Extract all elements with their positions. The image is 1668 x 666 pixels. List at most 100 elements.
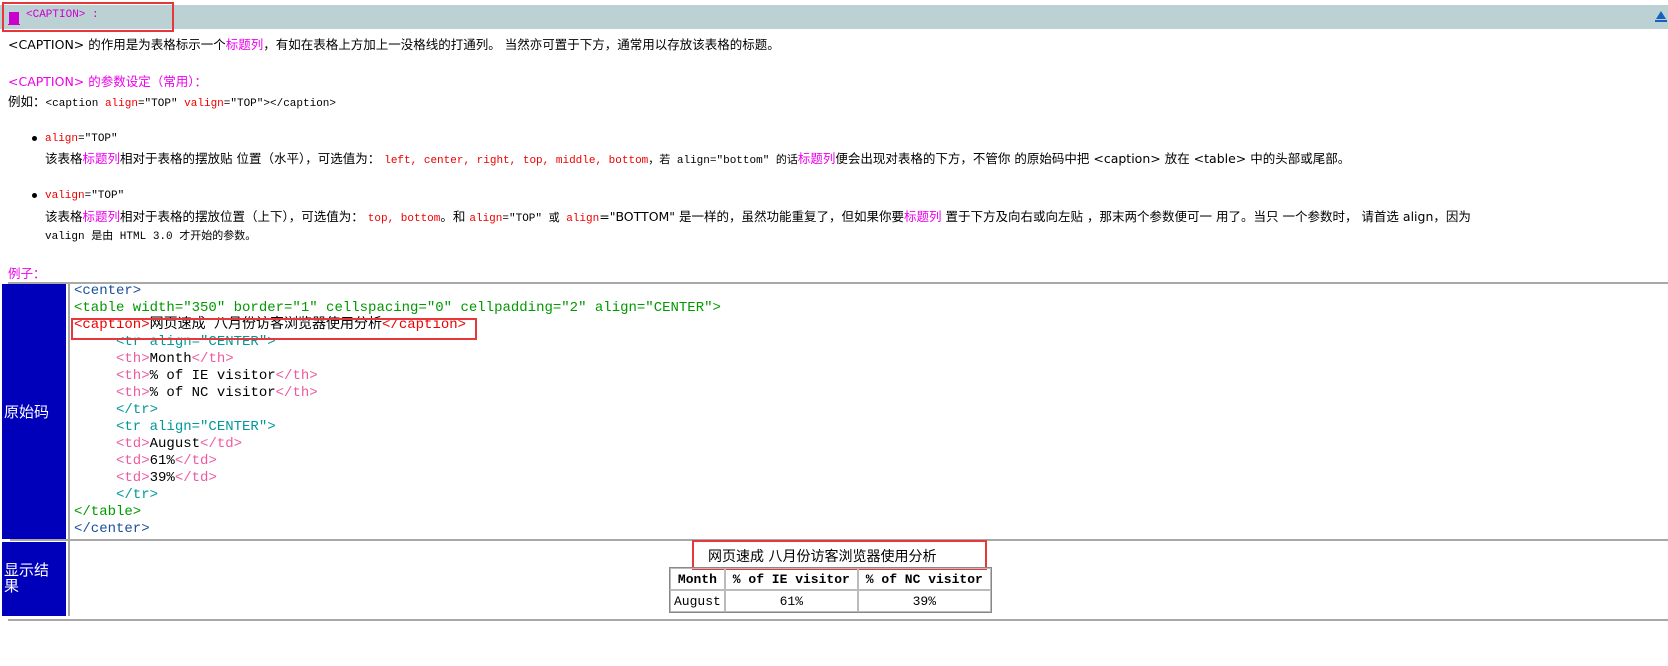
code-token: </tr> <box>74 487 159 503</box>
result-table-header-cell: % of IE visitor <box>724 568 858 590</box>
result-table-cell: 39% <box>857 590 991 612</box>
caption-term-highlight: 标题列 <box>82 151 121 166</box>
code-token: <tr align="CENTER"> <box>74 334 276 350</box>
attr-value: ="TOP" <box>78 133 118 145</box>
params-heading: <CAPTION> 的参数设定（常用）： <box>8 74 207 89</box>
code-token: <th> <box>74 385 150 401</box>
code-line: <td>39%</td> <box>74 470 721 487</box>
code-line: <table width="350" border="1" cellspacin… <box>74 300 721 317</box>
code-token: <td> <box>74 470 150 486</box>
code-line: <td>61%</td> <box>74 453 721 470</box>
code-token: </th> <box>275 368 318 384</box>
code-token: % of NC visitor <box>149 385 276 401</box>
code-line: <tr align="CENTER"> <box>74 334 721 351</box>
caption-term-highlight: 标题列 <box>82 209 121 224</box>
code-token: 61% <box>149 453 175 469</box>
code-token: </caption> <box>382 317 467 333</box>
code-token: <th> <box>74 351 150 367</box>
code-token: <caption> <box>74 317 150 333</box>
code-line: </table> <box>74 504 721 521</box>
code-token: </th> <box>275 385 318 401</box>
section-header-bar: <CAPTION> : <box>0 5 1668 29</box>
attr-value: ="TOP" <box>84 190 125 202</box>
code-line: <td>August</td> <box>74 436 721 453</box>
desc-text: ="BOTTOM" 是一样的，虽然功能重复了，但如果你要 <box>599 209 905 224</box>
code-token: Month <box>149 351 192 367</box>
attr-name: align <box>45 133 79 145</box>
code-token: </td> <box>174 453 217 469</box>
example-attr-align: align <box>104 98 138 110</box>
result-label: 显示结果 <box>4 561 50 595</box>
attr-name: align <box>469 213 503 225</box>
example-attr-valign: valign <box>184 98 224 110</box>
code-token: </table> <box>74 504 142 520</box>
list-bullet-icon <box>32 193 37 198</box>
valign-item-desc: 该表格标题列相对于表格的摆放位置（上下），可选值为： top, bottom。和… <box>45 206 1471 225</box>
row-divider <box>10 539 1668 541</box>
source-code-label: 原始码 <box>4 403 50 421</box>
result-table-header-row: Month% of IE visitor% of NC visitor <box>670 568 991 590</box>
code-token: <td> <box>74 436 150 452</box>
triangle-up-icon[interactable] <box>1655 11 1667 22</box>
code-token: <center> <box>74 283 142 299</box>
caption-term-highlight: 标题列 <box>225 37 264 52</box>
result-table-row: August 61% 39% <box>670 590 991 612</box>
desc-text: 置于下方及向右或向左贴 ，那末两个参数便可一 用了。当只 一个参数时， 请首选 … <box>941 209 1471 224</box>
example-heading: 例子： <box>8 266 46 281</box>
example-val2: ="TOP"></caption> <box>223 98 336 110</box>
desc-text: ，若 align="bottom" 的话 <box>648 155 798 167</box>
intro-text-suffix: ，有如在表格上方加上一没格线的打通列。 当然亦可置于下方，通常用以存放该表格的标… <box>263 37 780 52</box>
valign-item-desc-line2: valign 是由 HTML 3.0 才开始的参数。 <box>45 231 257 243</box>
params-example: 例如：<caption align="TOP" valign="TOP"></c… <box>8 91 336 110</box>
caption-term-highlight: 标题列 <box>904 209 942 224</box>
result-table-cell: 61% <box>724 590 858 612</box>
code-token: <td> <box>74 453 150 469</box>
option-values: left, center, right, top, middle, bottom <box>384 155 649 167</box>
result-table-header-cell: % of NC visitor <box>857 568 991 590</box>
example-prefix: 例如： <box>8 94 46 109</box>
code-line: <center> <box>74 283 721 300</box>
desc-text: 该表格 <box>45 209 83 224</box>
source-code-block: <center> <table width="350" border="1" ce… <box>74 283 721 538</box>
code-line: </tr> <box>74 487 721 504</box>
result-table-caption: 网页速成 八月份访客浏览器使用分析 <box>708 549 937 565</box>
code-token: </tr> <box>74 402 159 418</box>
desc-text: 相对于表格的摆放位置（上下），可选值为： <box>120 209 368 224</box>
list-bullet-icon <box>32 136 37 141</box>
caption-term-highlight: 标题列 <box>797 151 836 166</box>
code-token: </td> <box>174 470 217 486</box>
code-line: </center> <box>74 521 721 538</box>
code-token: 网页速成 八月份访客浏览器使用分析 <box>149 317 383 333</box>
align-item-desc: 该表格标题列相对于表格的摆放贴 位置（水平），可选值为： left, cente… <box>45 148 1350 167</box>
section-title: <CAPTION> : <box>26 9 99 21</box>
code-line: <tr align="CENTER"> <box>74 419 721 436</box>
intro-paragraph: <CAPTION> 的作用是为表格标示一个标题列，有如在表格上方加上一没格线的打… <box>8 34 780 53</box>
code-line: <th>% of IE visitor</th> <box>74 368 721 385</box>
result-table-header-cell: Month <box>670 568 725 590</box>
code-token: </th> <box>191 351 234 367</box>
attr-value: ="TOP" 或 <box>502 213 567 225</box>
code-line: <caption>网页速成 八月份访客浏览器使用分析</caption> <box>74 317 721 334</box>
option-values: top, bottom <box>367 213 441 225</box>
result-table-cell: August <box>670 590 725 612</box>
example-code: <caption <box>45 98 105 110</box>
example-val: ="TOP" <box>137 98 185 110</box>
intro-text: <CAPTION> 的作用是为表格标示一个 <box>8 37 226 52</box>
code-token: <tr align="CENTER"> <box>74 419 276 435</box>
desc-text: 。和 <box>440 209 470 224</box>
valign-item-title: valign="TOP" <box>45 186 124 202</box>
attr-name: align <box>566 213 600 225</box>
desc-text: 相对于表格的摆放贴 位置（水平），可选值为： <box>120 151 385 166</box>
code-line: <th>Month</th> <box>74 351 721 368</box>
code-token: </center> <box>74 521 150 537</box>
result-label-cell: 显示结果 <box>2 542 66 616</box>
code-token: <table width="350" border="1" cellspacin… <box>74 300 721 316</box>
desc-text: 该表格 <box>45 151 83 166</box>
code-token: <th> <box>74 368 150 384</box>
result-table: Month% of IE visitor% of NC visitor Augu… <box>669 567 992 613</box>
code-token: August <box>149 436 201 452</box>
code-line: <th>% of NC visitor</th> <box>74 385 721 402</box>
source-code-label-cell: 原始码 <box>2 284 66 539</box>
code-line: </tr> <box>74 402 721 419</box>
bullet-square-icon <box>8 12 20 25</box>
